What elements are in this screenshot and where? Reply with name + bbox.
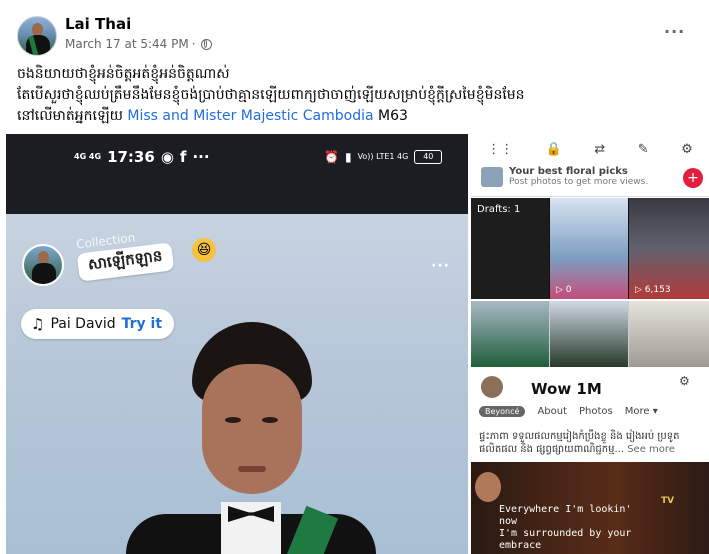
music-sticker[interactable]: ♫ Pai David Try it (21, 309, 175, 339)
post-text-line: ចងនិយាយថាខ្ញុំអន់ចិត្តអត់ខ្ញុំអន់ចិត្តណា… (17, 66, 230, 82)
author-name[interactable]: Lai Thai (65, 15, 131, 33)
laughing-emoji-icon: 😆 (192, 238, 216, 262)
story-avatar[interactable] (22, 244, 64, 286)
tab-photos: Photos (579, 406, 613, 417)
share-icon: ⇄ (594, 142, 606, 157)
lyric-line: now (499, 516, 518, 527)
messenger-icon: ◉ (160, 148, 174, 166)
picks-title: Your best floral picks (509, 166, 628, 177)
network-indicator: 4G 4G (74, 152, 102, 161)
photo-thumbnail[interactable] (471, 301, 709, 367)
page-link[interactable]: Miss and Mister Majestic Cambodia (127, 108, 373, 124)
post-text-line: នៅលើមាត់អ្នកឡើយ Miss and Mister Majestic… (17, 106, 697, 127)
more-options-button[interactable]: ··· (664, 22, 685, 41)
wow-heading: Wow 1M (531, 380, 602, 398)
settings-icon: ⚙ (679, 374, 690, 388)
photo-grid-right[interactable]: ⋮⋮ 🔒 ⇄ ✎ ⚙ Your best floral picks Post p… (471, 134, 709, 554)
grid-icon: ⋮⋮ (487, 142, 514, 157)
lyric-line: I'm surrounded by your (499, 528, 632, 539)
try-it-link[interactable]: Try it (122, 316, 162, 332)
photo-thumbnail[interactable]: Drafts: 1 ▷ 0 ▷ 6,153 (471, 198, 709, 299)
globe-icon (200, 38, 212, 50)
music-artist: Pai David (50, 316, 116, 332)
author-avatar[interactable] (17, 16, 57, 56)
view-count: ▷ 0 (556, 285, 572, 295)
phone-status-bar: 4G 4G 17:36 ◉ f ··· ⏰ ▮ Vo)) LTE1 4G 40 (6, 134, 468, 214)
tab-about: About (537, 406, 568, 417)
meta-separator: · (191, 37, 196, 51)
drafts-label: Drafts: 1 (477, 204, 521, 215)
status-time: 17:36 (107, 148, 155, 166)
lyric-line: Everywhere I'm lookin' (499, 504, 632, 515)
music-tag: Beyoncé (479, 406, 526, 417)
see-more-link: See more (627, 444, 675, 455)
vibrate-icon: ▮ (344, 150, 352, 164)
post-text: ចងនិយាយថាខ្ញុំអន់ចិត្តអត់ខ្ញុំអន់ចិត្តណា… (17, 64, 697, 127)
post-meta: March 17 at 5:44 PM · (65, 37, 212, 51)
photo-thumbnail[interactable]: Wow 1M ⚙ Beyoncé About Photos More ▾ ផ្ទ… (471, 370, 709, 460)
network-right: Vo)) LTE1 4G (357, 152, 409, 161)
tv-logo: TV (661, 496, 675, 506)
edit-icon: ✎ (637, 142, 649, 157)
facebook-icon: f (179, 148, 187, 166)
lyrics-text: Everywhere I'm lookin' now I'm surrounde… (499, 504, 631, 552)
more-status-icon: ··· (192, 148, 210, 166)
plus-icon: + (683, 168, 703, 188)
post-timestamp[interactable]: March 17 at 5:44 PM (65, 37, 189, 51)
settings-icon: ⚙ (681, 142, 693, 157)
lock-icon: 🔒 (545, 142, 562, 157)
battery-icon: 40 (414, 150, 443, 164)
post-text-line: តែបើសួរថាខ្ញុំឈប់ត្រឹមនឹងមែនខ្ញុំចង់ប្រា… (17, 87, 525, 103)
lyric-line: embrace (499, 540, 542, 551)
view-count: ▷ 6,153 (635, 285, 671, 295)
post-card: Lai Thai March 17 at 5:44 PM · ··· ចងនិយ… (0, 0, 709, 554)
alarm-icon: ⏰ (324, 150, 339, 164)
post-text-prefix: នៅលើមាត់អ្នកឡើយ (17, 108, 123, 124)
story-more-button[interactable]: ··· (431, 258, 450, 274)
story-image (6, 214, 468, 554)
music-note-icon: ♫ (31, 315, 45, 333)
post-text-suffix: M63 (378, 108, 408, 124)
picks-subtitle: Post photos to get more views. (509, 177, 649, 187)
photo-thumbnail[interactable]: ⋮⋮ 🔒 ⇄ ✎ ⚙ Your best floral picks Post p… (471, 134, 709, 197)
photo-story-screenshot[interactable]: 4G 4G 17:36 ◉ f ··· ⏰ ▮ Vo)) LTE1 4G 40 (6, 134, 468, 554)
tab-more: More ▾ (624, 406, 658, 417)
photo-thumbnail[interactable]: TV Everywhere I'm lookin' now I'm surrou… (471, 462, 709, 554)
